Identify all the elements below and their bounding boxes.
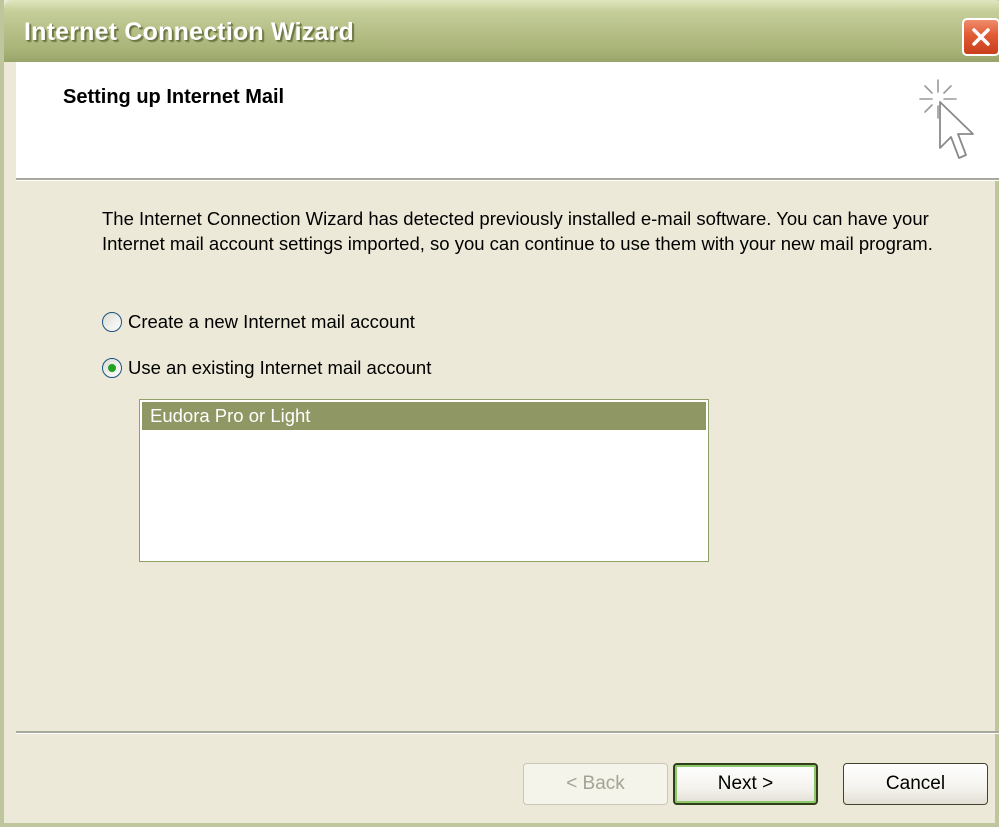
next-button[interactable]: Next > [673,763,818,805]
list-item[interactable]: Eudora Pro or Light [142,402,706,430]
header-divider [16,178,999,181]
close-icon [972,28,990,46]
wizard-cursor-icon [919,79,974,159]
cancel-button[interactable]: Cancel [843,763,988,805]
back-button[interactable]: < Back [523,763,668,805]
create-account-radio[interactable] [102,312,122,332]
window-title: Internet Connection Wizard [24,18,354,46]
existing-account-option[interactable]: Use an existing Internet mail account [102,353,431,383]
wizard-window: Internet Connection Wizard Setting up In… [0,0,999,827]
wizard-header: Setting up Internet Mail [16,62,999,178]
close-button[interactable] [962,18,999,56]
footer-divider [16,731,999,734]
account-listbox[interactable]: Eudora Pro or Light [139,399,709,562]
wizard-description: The Internet Connection Wizard has detec… [102,208,933,254]
create-account-option[interactable]: Create a new Internet mail account [102,307,415,337]
page-title: Setting up Internet Mail [63,86,285,108]
existing-account-label: Use an existing Internet mail account [128,357,432,378]
existing-account-radio[interactable] [102,358,122,378]
create-account-label: Create a new Internet mail account [128,311,415,332]
title-bar[interactable]: Internet Connection Wizard [4,0,999,62]
